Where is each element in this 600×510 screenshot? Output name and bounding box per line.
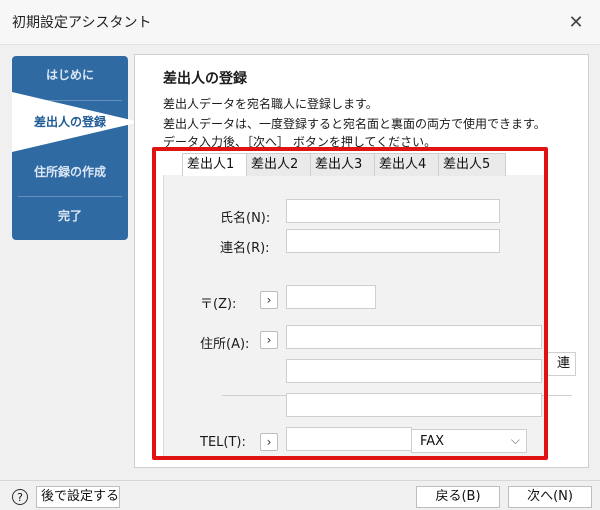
page-title: 差出人の登録 [163, 71, 247, 87]
close-icon: ✕ [568, 11, 584, 33]
chevron-right-icon: › [266, 435, 272, 449]
tab-sender-1[interactable]: 差出人1 [182, 153, 250, 176]
renmei-input[interactable] [286, 229, 500, 253]
tab-label: 差出人5 [443, 157, 491, 172]
renmei-button[interactable]: 連 [546, 352, 576, 376]
next-button[interactable]: 次へ(N) [508, 486, 592, 508]
chevron-right-icon: › [266, 293, 272, 307]
tab-sender-2[interactable]: 差出人2 [246, 153, 314, 176]
name-label: 氏名(N): [220, 211, 271, 226]
setup-later-button[interactable]: 後で設定する [36, 486, 120, 508]
address-expand-button[interactable]: › [260, 331, 278, 349]
help-icon: ? [12, 489, 28, 505]
main-content-panel: 差出人の登録 差出人データを宛名職人に登録します。 差出人データは、一度登録する… [134, 54, 589, 468]
renmei-label: 連名(R): [220, 241, 270, 256]
fax-select[interactable]: FAX ⌵ [411, 429, 527, 453]
address-line-3-input[interactable] [286, 393, 542, 417]
chevron-right-icon: › [266, 333, 272, 347]
nav-item-finish[interactable]: 完了 [12, 207, 128, 224]
address-line-1-input[interactable] [286, 325, 542, 349]
nav-item-intro[interactable]: はじめに [12, 66, 128, 83]
address-line-2-input[interactable] [286, 359, 542, 383]
fax-select-value: FAX [420, 434, 445, 449]
tab-sender-3[interactable]: 差出人3 [310, 153, 378, 176]
tab-label: 差出人1 [187, 157, 235, 172]
name-input[interactable] [286, 199, 500, 223]
address-label: 住所(A): [200, 337, 250, 352]
tab-sender-5[interactable]: 差出人5 [438, 153, 506, 176]
tab-label: 差出人4 [379, 157, 427, 172]
setup-assistant-window: 初期設定アシスタント ✕ はじめに 差出人の登録 住所録の作成 完了 差出人の登… [0, 0, 600, 510]
tel-expand-button[interactable]: › [260, 433, 278, 451]
tab-sender-4[interactable]: 差出人4 [374, 153, 442, 176]
postal-code-input[interactable] [286, 285, 376, 309]
nav-item-label: 完了 [57, 209, 82, 223]
wizard-steps-sidebar: はじめに 差出人の登録 住所録の作成 完了 [12, 56, 140, 240]
nav-item-address-book[interactable]: 住所録の作成 [12, 163, 128, 180]
sender-form-panel: 差出人1 差出人2 差出人3 差出人4 差出人5 氏名(N): 連名(R): 連… [163, 153, 576, 459]
wizard-footer: ? 後で設定する 戻る(B) 次へ(N) [0, 480, 600, 510]
chevron-down-icon: ⌵ [510, 433, 520, 447]
tab-label: 差出人3 [315, 157, 363, 172]
nav-item-label: 住所録の作成 [33, 165, 106, 179]
postal-label: 〒(Z): [200, 297, 237, 312]
close-button[interactable]: ✕ [560, 6, 592, 38]
nav-item-label: はじめに [45, 68, 94, 82]
description-line-1: 差出人データを宛名職人に登録します。 [163, 97, 378, 111]
tel-label: TEL(T): [200, 435, 246, 450]
nav-item-label: 差出人の登録 [33, 115, 106, 129]
description-line-2: 差出人データは、一度登録すると宛名面と裏面の両方で使用できます。 [163, 117, 546, 131]
description-line-3: データ入力後、［次へ］ ボタンを押してください。 [163, 135, 437, 149]
nav-item-sender-registration[interactable]: 差出人の登録 [12, 113, 128, 130]
next-button-label: 次へ(N) [527, 489, 573, 504]
back-button[interactable]: 戻る(B) [416, 486, 500, 508]
nav-separator [18, 196, 122, 197]
titlebar: 初期設定アシスタント ✕ [0, 0, 600, 45]
back-button-label: 戻る(B) [435, 489, 481, 504]
tel-input[interactable] [286, 427, 412, 451]
setup-later-label: 後で設定する [41, 489, 120, 504]
tab-label: 差出人2 [251, 157, 299, 172]
renmei-button-label: 連 [557, 356, 571, 371]
postal-expand-button[interactable]: › [260, 291, 278, 309]
window-title: 初期設定アシスタント [12, 15, 152, 31]
